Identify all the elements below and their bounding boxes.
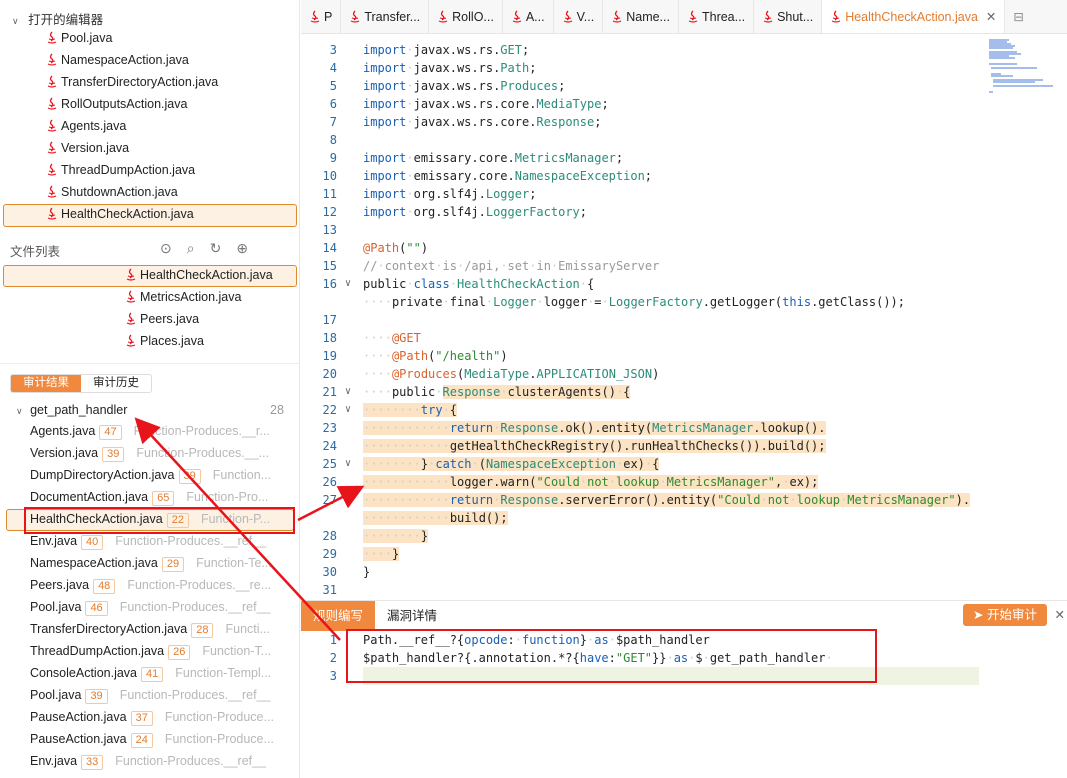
annotation-arrows xyxy=(134,417,365,641)
